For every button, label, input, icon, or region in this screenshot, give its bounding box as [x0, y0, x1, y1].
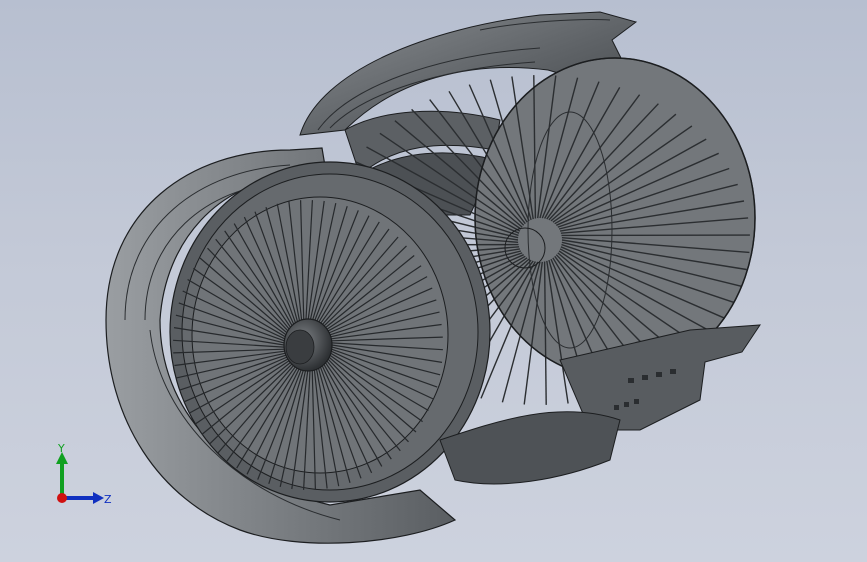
fan-hub	[283, 318, 333, 372]
x-axis-dot	[57, 493, 67, 503]
graphics-viewport[interactable]: Y Z	[0, 0, 867, 562]
z-axis-label: Z	[104, 493, 112, 506]
reference-triad: Y Z	[56, 442, 112, 506]
y-axis-label: Y	[57, 442, 65, 455]
turbofan-engine-model[interactable]	[0, 0, 867, 562]
z-axis-arrow	[93, 492, 104, 504]
